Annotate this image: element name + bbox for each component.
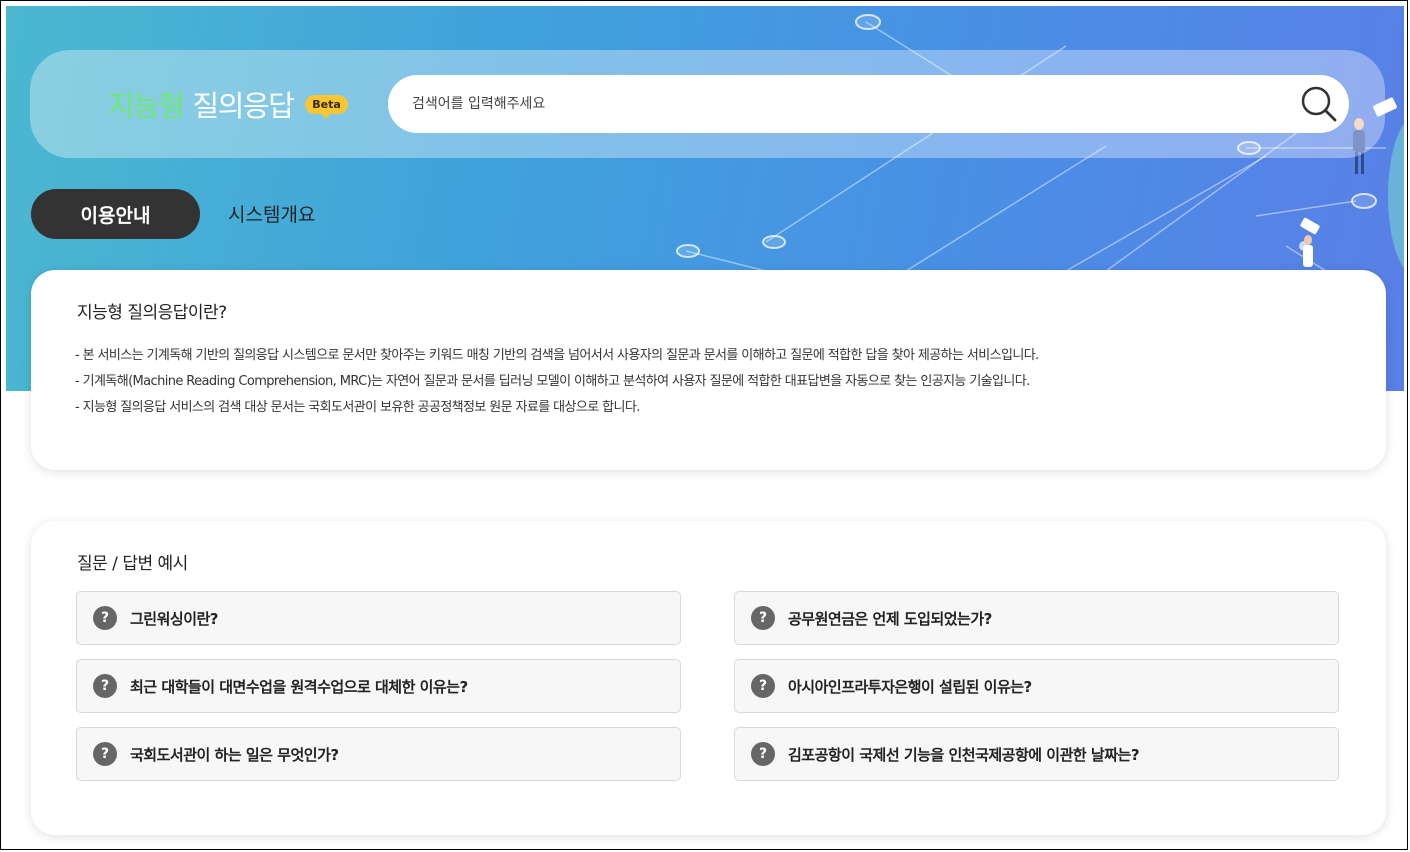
example-question-text: 그린워싱이란? <box>130 609 219 628</box>
example-question[interactable]: ? 공무원연금은 언제 도입되었는가? <box>734 591 1339 645</box>
logo-text-qa: 질의응답 <box>192 89 295 123</box>
intro-line: - 본 서비스는 기계독해 기반의 질의응답 시스템으로 문서만 찾아주는 키워… <box>75 348 1039 363</box>
example-question-text: 아시아인프라투자은행이 설립된 이유는? <box>788 677 1032 696</box>
example-question[interactable]: ? 그린워싱이란? <box>76 591 681 645</box>
examples-title: 질문 / 답변 예시 <box>77 554 188 574</box>
question-icon: ? <box>751 674 775 698</box>
example-question[interactable]: ? 아시아인프라투자은행이 설립된 이유는? <box>734 659 1339 713</box>
search-icon <box>1301 86 1337 122</box>
logo-text-intelligent: 지능형 <box>108 89 185 123</box>
search-bar <box>388 75 1349 133</box>
example-question-text: 김포공항이 국제선 기능을 인천국제공항에 이관한 날짜는? <box>788 745 1140 764</box>
intro-line: - 지능형 질의응답 서비스의 검색 대상 문서는 국회도서관이 보유한 공공정… <box>75 400 640 415</box>
example-question-text: 최근 대학들이 대면수업을 원격수업으로 대체한 이유는? <box>130 677 468 696</box>
question-icon: ? <box>93 606 117 630</box>
question-icon: ? <box>93 674 117 698</box>
search-input[interactable] <box>410 95 1289 113</box>
example-question-text: 공무원연금은 언제 도입되었는가? <box>788 609 992 628</box>
example-question-text: 국회도서관이 하는 일은 무엇인가? <box>130 745 339 764</box>
intro-title: 지능형 질의응답이란? <box>77 303 227 323</box>
question-icon: ? <box>751 606 775 630</box>
beta-badge: Beta <box>305 94 348 119</box>
intro-card: 지능형 질의응답이란? - 본 서비스는 기계독해 기반의 질의응답 시스템으로… <box>31 270 1386 470</box>
example-question[interactable]: ? 국회도서관이 하는 일은 무엇인가? <box>76 727 681 781</box>
intro-line: - 기계독해(Machine Reading Comprehension, MR… <box>75 374 1030 389</box>
search-button[interactable] <box>1289 75 1349 133</box>
question-icon: ? <box>751 742 775 766</box>
example-question[interactable]: ? 김포공항이 국제선 기능을 인천국제공항에 이관한 날짜는? <box>734 727 1339 781</box>
question-icon: ? <box>93 742 117 766</box>
example-question[interactable]: ? 최근 대학들이 대면수업을 원격수업으로 대체한 이유는? <box>76 659 681 713</box>
tab-usage-guide[interactable]: 이용안내 <box>31 189 200 239</box>
service-logo[interactable]: 지능형 질의응답 Beta <box>108 84 348 124</box>
examples-card: 질문 / 답변 예시 ? 그린워싱이란? ? 공무원연금은 언제 도입되었는가?… <box>31 521 1386 835</box>
intro-description: - 본 서비스는 기계독해 기반의 질의응답 시스템으로 문서만 찾아주는 키워… <box>75 343 1039 421</box>
tab-system-overview[interactable]: 시스템개요 <box>228 200 315 227</box>
